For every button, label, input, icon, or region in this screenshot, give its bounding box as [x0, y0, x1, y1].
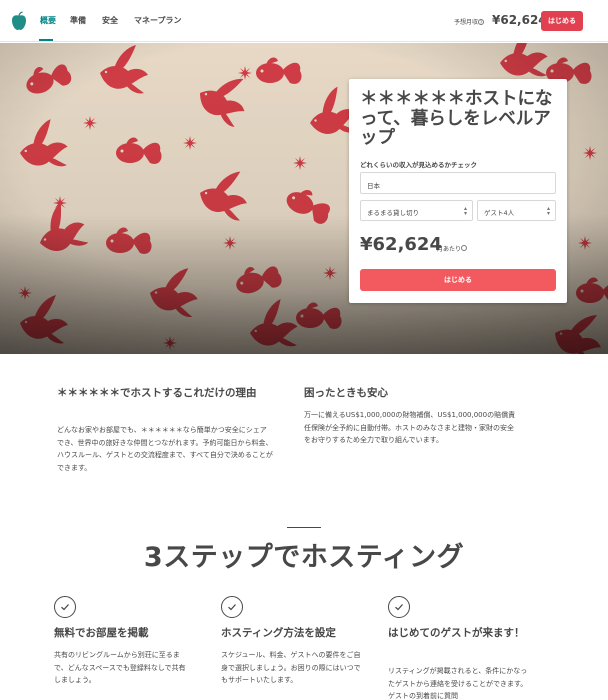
- estimate-label: 予想月収?: [454, 17, 485, 26]
- help-icon[interactable]: ?: [478, 19, 485, 25]
- step-3-body: リスティングが掲載されると、条件にかなったゲストから連絡を受けることができます。…: [388, 667, 528, 700]
- step-1-body: 共有のリビングルームから別荘に至るまで、どんなスペースでも登録料なしで共有しまし…: [54, 651, 186, 684]
- help-icon[interactable]: [461, 245, 468, 251]
- estimated-income: ¥62,624: [360, 234, 442, 255]
- estimate-label-text: 予想月収: [454, 19, 479, 26]
- select-arrows-icon: ▴ ▾: [546, 205, 550, 217]
- why-host-title: ＊＊＊＊＊＊でホストするこれだけの理由: [57, 387, 257, 399]
- per-month-text: 月あたり: [437, 246, 462, 253]
- guests-value: ゲスト4人: [484, 209, 515, 217]
- hero-title: ＊＊＊＊＊＊ホストになって、暮らしをレベルアップ: [360, 89, 553, 148]
- estimator-subtitle: どれくらいの収入が見込めるかチェック: [360, 161, 477, 169]
- location-value: 日本: [367, 182, 380, 190]
- step-2-body: スケジュール、料金、ゲストへの要件をご自身で選択しましょう。お困りの際にはいつで…: [221, 651, 361, 684]
- nav-tab-preparation[interactable]: 準備: [70, 15, 86, 26]
- place-type-select[interactable]: まるまる貸し切り ▴ ▾: [360, 200, 473, 221]
- step-3-title: はじめてのゲストが来ます！: [388, 627, 525, 639]
- select-arrows-icon: ▴ ▾: [463, 205, 467, 217]
- why-host-body: どんなお家やお部屋でも、＊＊＊＊＊＊なら簡単かつ安全にシェアでき、世界中の旅好き…: [57, 426, 273, 472]
- nav-tab-money-plan[interactable]: マネープラン: [134, 15, 182, 26]
- nav-tab-safety[interactable]: 安全: [102, 15, 118, 26]
- section-divider: [287, 527, 321, 528]
- start-button[interactable]: はじめる: [360, 269, 556, 291]
- active-tab-indicator: [39, 39, 53, 41]
- steps-heading: 3ステップでホスティング: [143, 542, 465, 573]
- checkmark-icon: [54, 596, 76, 618]
- checkmark-icon: [221, 596, 243, 618]
- per-month-label: 月あたり: [437, 244, 468, 253]
- checkmark-icon: [388, 596, 410, 618]
- step-2-title: ホスティング方法を設定: [221, 627, 336, 639]
- apple-logo-icon[interactable]: [10, 11, 28, 31]
- step-1-title: 無料でお部屋を掲載: [54, 627, 149, 639]
- top-navigation: 概要 準備 安全 マネープラン 予想月収? ¥62,624 はじめる: [0, 0, 608, 42]
- guests-select[interactable]: ゲスト4人 ▴ ▾: [477, 200, 556, 221]
- place-type-value: まるまる貸し切り: [367, 209, 419, 217]
- location-input[interactable]: 日本: [360, 172, 556, 194]
- safety-body: 万一に備えるUS$1,000,000の財物補償、US$1,000,000の賠償責…: [304, 411, 516, 444]
- nav-tab-overview[interactable]: 概要: [40, 15, 56, 26]
- start-button-header[interactable]: はじめる: [541, 11, 583, 31]
- safety-title: 困ったときも安心: [304, 387, 388, 399]
- estimate-amount: ¥62,624: [492, 13, 547, 27]
- earnings-estimator-card: ＊＊＊＊＊＊ホストになって、暮らしをレベルアップ どれくらいの収入が見込めるかチ…: [349, 79, 567, 303]
